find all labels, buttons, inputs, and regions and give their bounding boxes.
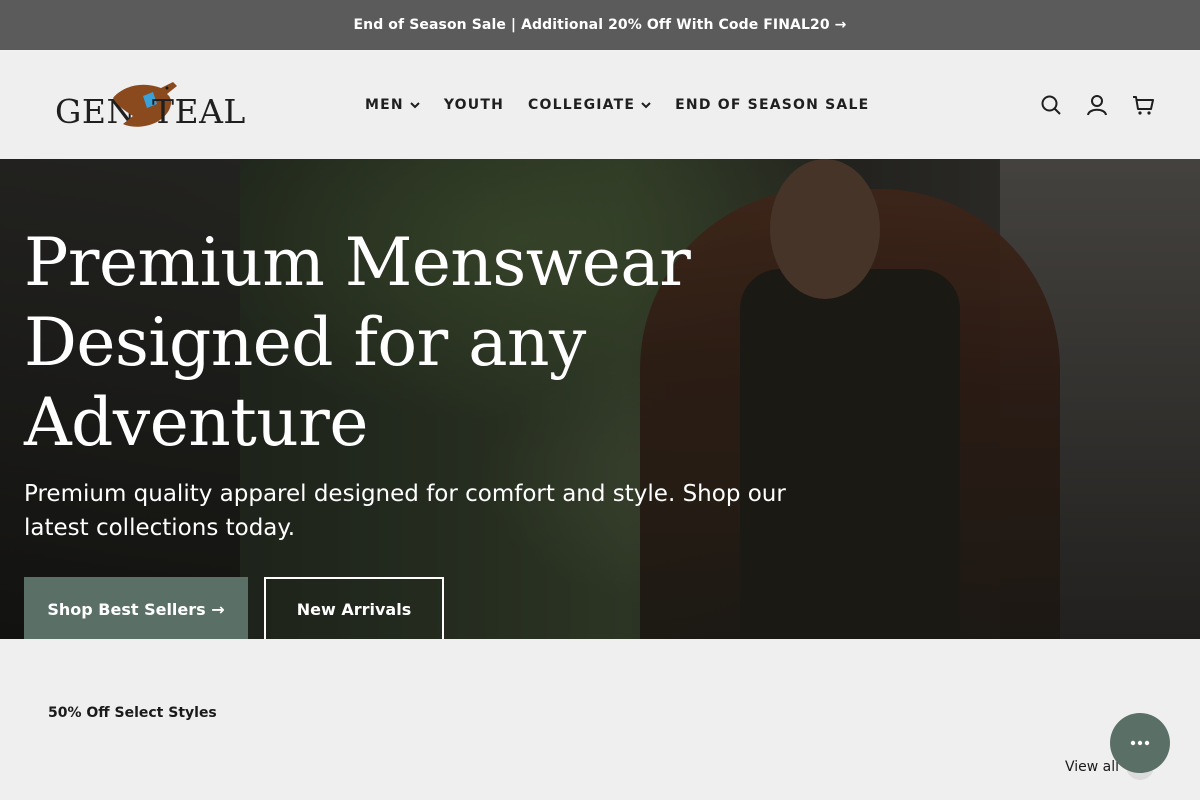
collection-title: 50% Off Select Styles [48,705,217,721]
chat-button[interactable] [1110,713,1170,773]
hero-banner: Premium Menswear Designed for any Advent… [0,159,1200,639]
nav-item-youth[interactable]: YOUTH [444,97,504,113]
header-icons [1040,50,1154,159]
account-icon[interactable] [1086,94,1108,116]
nav-item-label: COLLEGIATE [528,96,636,113]
hero-title: Premium Menswear Designed for any Advent… [24,223,844,463]
nav-item-label: YOUTH [443,96,504,113]
hero-buttons: Shop Best Sellers → New Arrivals [24,577,844,639]
hero-title-line2: Designed for any Adventure [24,304,586,461]
nav-item-end-of-season-sale[interactable]: END OF SEASON SALE [675,97,869,113]
shop-best-sellers-button[interactable]: Shop Best Sellers → [24,577,248,639]
cart-icon[interactable] [1132,94,1154,116]
nav-item-men[interactable]: MEN [365,97,420,113]
site-header: GEN TEAL MEN YOUTH COLLEGIATE END OF SEA… [0,50,1200,159]
hero-title-line1: Premium Menswear [24,224,691,301]
main-nav: MEN YOUTH COLLEGIATE END OF SEASON SALE [365,50,869,159]
chat-icon [1130,740,1150,746]
chevron-down-icon [410,101,420,108]
search-icon[interactable] [1040,94,1062,116]
nav-item-label: END OF SEASON SALE [675,96,870,113]
hero-subtitle: Premium quality apparel designed for com… [24,481,786,541]
view-all-link[interactable]: View all [1065,759,1119,775]
nav-item-collegiate[interactable]: COLLEGIATE [528,97,651,113]
new-arrivals-button[interactable]: New Arrivals [264,577,444,639]
chevron-down-icon [641,101,651,108]
announcement-text[interactable]: End of Season Sale | Additional 20% Off … [353,17,846,33]
announcement-bar[interactable]: End of Season Sale | Additional 20% Off … [0,0,1200,50]
logo-word-right: TEAL [152,92,246,131]
nav-item-label: MEN [365,96,404,113]
hero-content: Premium Menswear Designed for any Advent… [24,223,844,639]
logo[interactable]: GEN TEAL [55,76,245,136]
